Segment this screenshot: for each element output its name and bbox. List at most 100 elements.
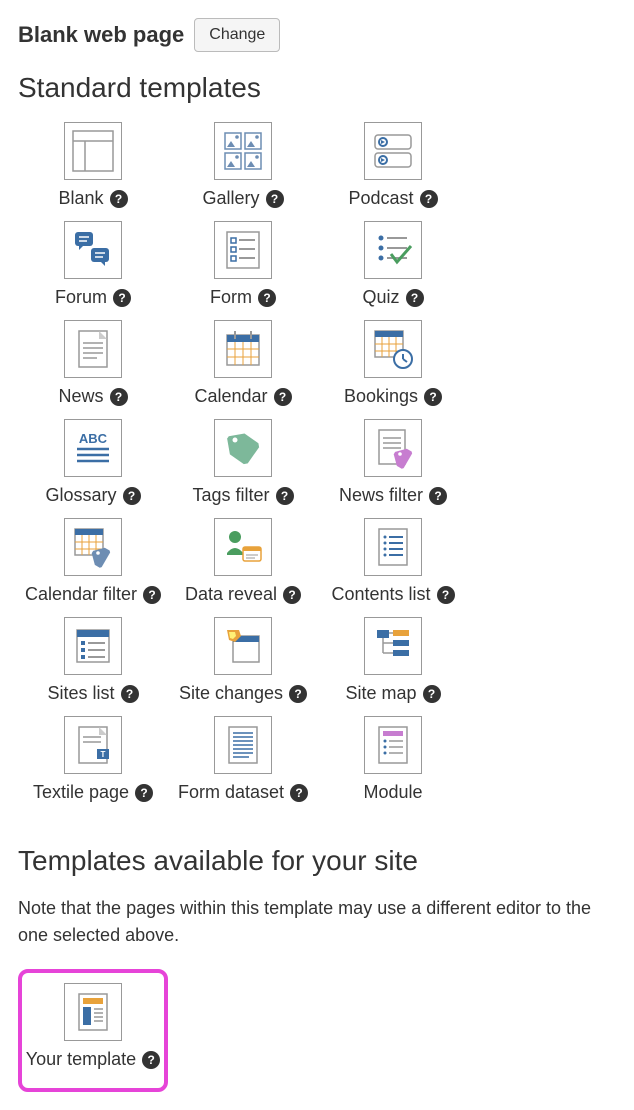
template-label-row: Bookings?: [344, 386, 442, 407]
template-label-row: Podcast?: [348, 188, 437, 209]
template-label: Module: [363, 782, 422, 803]
help-icon[interactable]: ?: [283, 586, 301, 604]
template-label-row: Gallery?: [202, 188, 283, 209]
template-tile-yourtemplate[interactable]: Your template?: [18, 983, 168, 1070]
change-button[interactable]: Change: [194, 18, 280, 52]
template-label: Podcast: [348, 188, 413, 209]
template-tile-quiz[interactable]: Quiz?: [318, 221, 468, 308]
siteslist-icon: [64, 617, 122, 675]
calfilter-icon: [64, 518, 122, 576]
help-icon[interactable]: ?: [110, 388, 128, 406]
help-icon[interactable]: ?: [135, 784, 153, 802]
help-icon[interactable]: ?: [143, 586, 161, 604]
template-label-row: Sites list?: [47, 683, 138, 704]
calendar-icon: [214, 320, 272, 378]
textile-icon: [64, 716, 122, 774]
help-icon[interactable]: ?: [437, 586, 455, 604]
template-label-row: Tags filter?: [192, 485, 293, 506]
template-label-row: Site map?: [345, 683, 440, 704]
help-icon[interactable]: ?: [429, 487, 447, 505]
help-icon[interactable]: ?: [290, 784, 308, 802]
yourtemplate-icon: [64, 983, 122, 1041]
template-label: Sites list: [47, 683, 114, 704]
template-label: Textile page: [33, 782, 129, 803]
tags-icon: [214, 419, 272, 477]
help-icon[interactable]: ?: [289, 685, 307, 703]
template-label-row: Data reveal?: [185, 584, 301, 605]
template-label: Calendar filter: [25, 584, 137, 605]
help-icon[interactable]: ?: [121, 685, 139, 703]
module-icon: [364, 716, 422, 774]
datareveal-icon: [214, 518, 272, 576]
template-tile-bookings[interactable]: Bookings?: [318, 320, 468, 407]
forum-icon: [64, 221, 122, 279]
blank-icon: [64, 122, 122, 180]
template-tile-siteslist[interactable]: Sites list?: [18, 617, 168, 704]
template-label-row: News filter?: [339, 485, 447, 506]
template-label: News: [58, 386, 103, 407]
template-tile-formdataset[interactable]: Form dataset?: [168, 716, 318, 803]
template-label-row: Calendar filter?: [25, 584, 161, 605]
help-icon[interactable]: ?: [274, 388, 292, 406]
template-tile-calendar[interactable]: Calendar?: [168, 320, 318, 407]
template-tile-blank[interactable]: Blank?: [18, 122, 168, 209]
standard-templates-heading: Standard templates: [18, 72, 616, 104]
help-icon[interactable]: ?: [424, 388, 442, 406]
newsfilter-icon: [364, 419, 422, 477]
help-icon[interactable]: ?: [258, 289, 276, 307]
glossary-icon: [64, 419, 122, 477]
template-tile-module[interactable]: Module: [318, 716, 468, 803]
template-label-row: News?: [58, 386, 127, 407]
help-icon[interactable]: ?: [110, 190, 128, 208]
template-label-row: Quiz?: [362, 287, 423, 308]
template-label: Calendar: [194, 386, 267, 407]
help-icon[interactable]: ?: [423, 685, 441, 703]
template-tile-datareveal[interactable]: Data reveal?: [168, 518, 318, 605]
template-label: News filter: [339, 485, 423, 506]
template-tile-calfilter[interactable]: Calendar filter?: [18, 518, 168, 605]
site-templates-grid: Your template?: [18, 969, 616, 1092]
contents-icon: [364, 518, 422, 576]
template-tile-form[interactable]: Form?: [168, 221, 318, 308]
template-tile-textile[interactable]: Textile page?: [18, 716, 168, 803]
formdataset-icon: [214, 716, 272, 774]
template-label: Bookings: [344, 386, 418, 407]
template-tile-newsfilter[interactable]: News filter?: [318, 419, 468, 506]
template-label-row: Forum?: [55, 287, 131, 308]
template-tile-glossary[interactable]: Glossary?: [18, 419, 168, 506]
help-icon[interactable]: ?: [420, 190, 438, 208]
template-label-row: Glossary?: [45, 485, 140, 506]
help-icon[interactable]: ?: [406, 289, 424, 307]
template-tile-podcast[interactable]: Podcast?: [318, 122, 468, 209]
template-label: Quiz: [362, 287, 399, 308]
template-tile-forum[interactable]: Forum?: [18, 221, 168, 308]
help-icon[interactable]: ?: [123, 487, 141, 505]
site-templates-note: Note that the pages within this template…: [18, 895, 616, 949]
template-label: Forum: [55, 287, 107, 308]
template-label: Form: [210, 287, 252, 308]
template-tile-contents[interactable]: Contents list?: [318, 518, 468, 605]
template-label: Form dataset: [178, 782, 284, 803]
template-tile-sitechanges[interactable]: Site changes?: [168, 617, 318, 704]
template-label: Contents list: [331, 584, 430, 605]
template-label-row: Module: [363, 782, 422, 803]
help-icon[interactable]: ?: [276, 487, 294, 505]
podcast-icon: [364, 122, 422, 180]
template-label-row: Contents list?: [331, 584, 454, 605]
template-label: Data reveal: [185, 584, 277, 605]
template-label: Gallery: [202, 188, 259, 209]
help-icon[interactable]: ?: [266, 190, 284, 208]
template-tile-gallery[interactable]: Gallery?: [168, 122, 318, 209]
template-tile-tags[interactable]: Tags filter?: [168, 419, 318, 506]
quiz-icon: [364, 221, 422, 279]
bookings-icon: [364, 320, 422, 378]
template-tile-news[interactable]: News?: [18, 320, 168, 407]
template-label: Tags filter: [192, 485, 269, 506]
standard-templates-grid: Blank?Gallery?Podcast?Forum?Form?Quiz?Ne…: [18, 122, 616, 815]
template-label-row: Textile page?: [33, 782, 153, 803]
header: Blank web page Change: [18, 18, 616, 52]
gallery-icon: [214, 122, 272, 180]
template-tile-sitemap[interactable]: Site map?: [318, 617, 468, 704]
template-label: Site changes: [179, 683, 283, 704]
help-icon[interactable]: ?: [113, 289, 131, 307]
